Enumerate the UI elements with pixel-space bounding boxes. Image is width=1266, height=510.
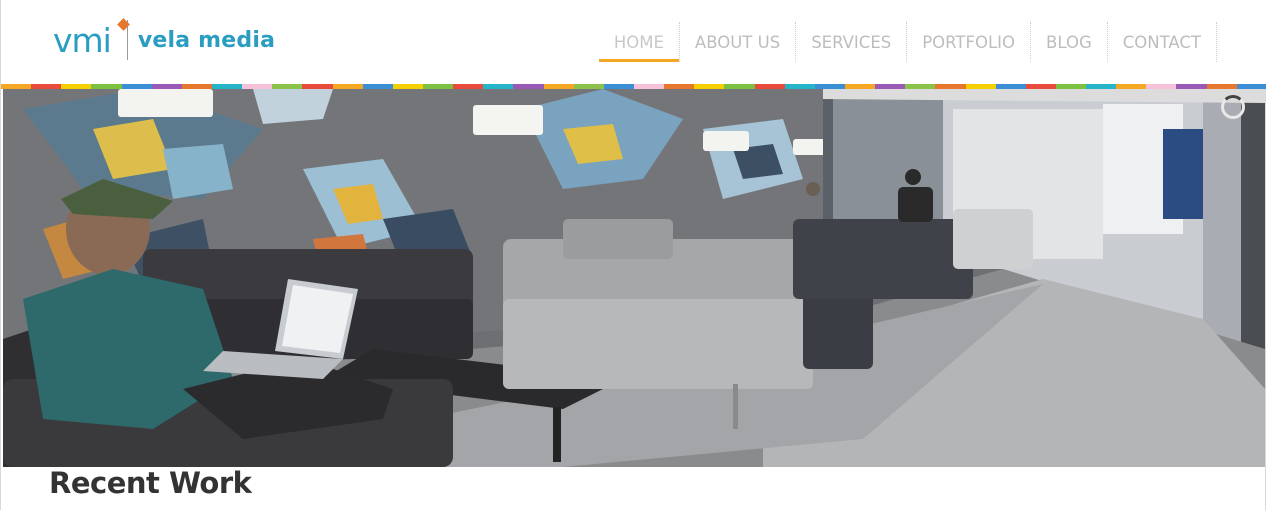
- recent-work-heading: Recent Work: [49, 466, 252, 500]
- nav-blog[interactable]: BLOG: [1031, 22, 1108, 62]
- nav-contact[interactable]: CONTACT: [1108, 22, 1217, 62]
- page: vmi vela media HOME ABOUT US SERVICES PO…: [0, 0, 1266, 510]
- logo[interactable]: vmi vela media: [53, 16, 275, 64]
- hero-slider[interactable]: [3, 89, 1265, 467]
- nav-portfolio[interactable]: PORTFOLIO: [907, 22, 1032, 62]
- logo-dot-icon: [117, 18, 130, 31]
- nav-about-us[interactable]: ABOUT US: [680, 22, 797, 62]
- loading-spinner-icon: [1221, 95, 1245, 119]
- logo-mark: vmi: [53, 20, 112, 60]
- nav-services[interactable]: SERVICES: [796, 22, 908, 62]
- nav-home[interactable]: HOME: [598, 22, 680, 62]
- logo-text: vela media: [137, 27, 276, 53]
- office-lounge-photo: [3, 89, 1265, 467]
- main-nav: HOME ABOUT US SERVICES PORTFOLIO BLOG CO…: [598, 22, 1217, 62]
- site-header: vmi vela media HOME ABOUT US SERVICES PO…: [1, 0, 1266, 84]
